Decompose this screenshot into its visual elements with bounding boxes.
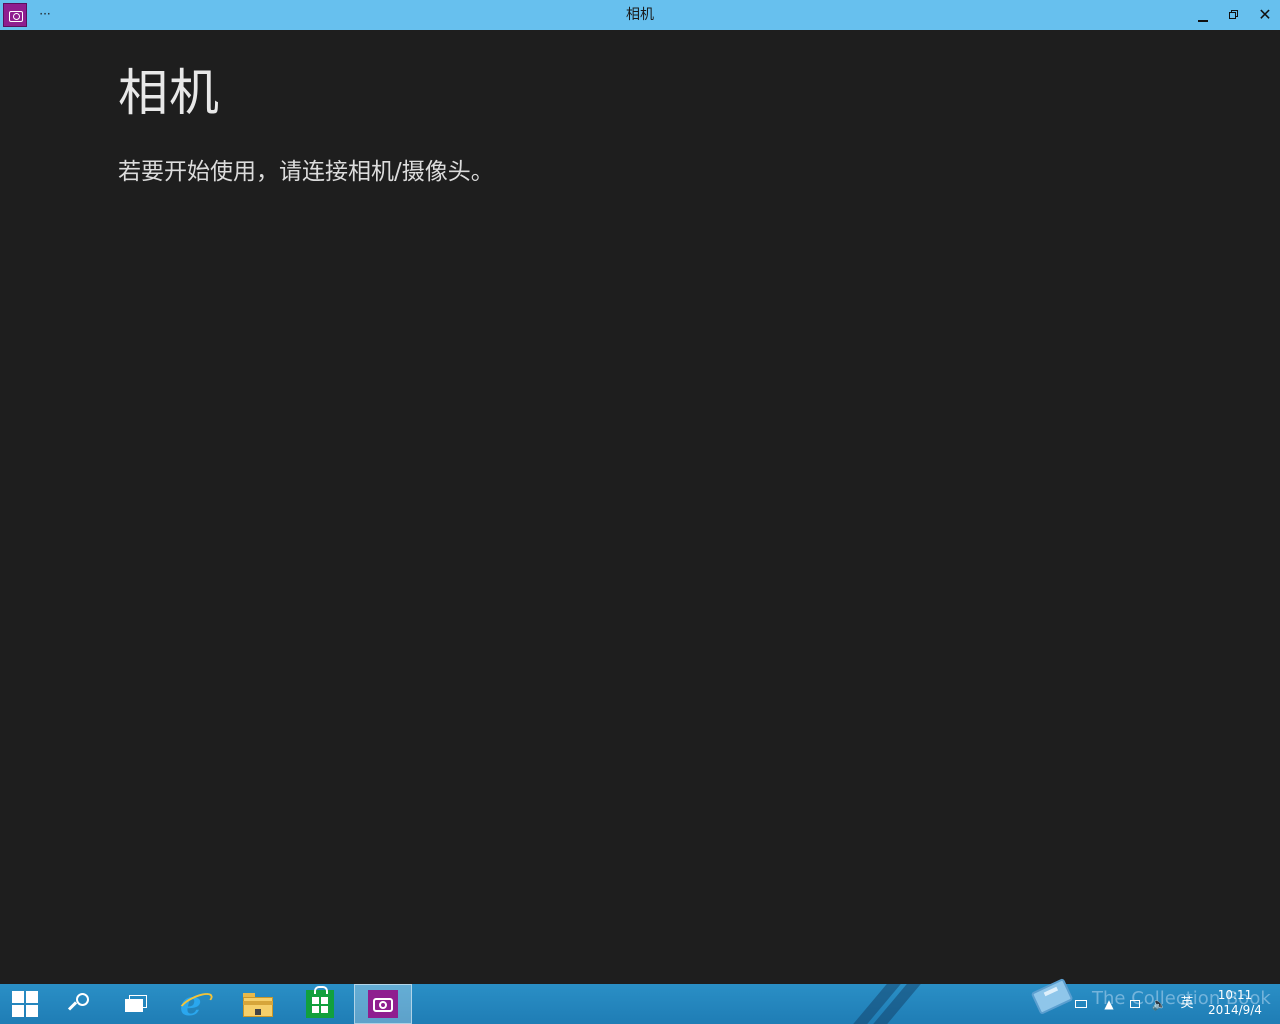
minimize-icon <box>1198 20 1208 22</box>
clock-time: 10:11 <box>1217 988 1253 1002</box>
camera-app-icon <box>3 3 27 27</box>
file-explorer-button[interactable] <box>230 984 286 1024</box>
restore-icon <box>1229 10 1239 20</box>
start-button[interactable] <box>0 984 50 1024</box>
task-view-button[interactable] <box>108 984 164 1024</box>
task-view-icon <box>125 995 147 1013</box>
store-button[interactable] <box>292 984 348 1024</box>
windows-logo-icon <box>12 991 38 1017</box>
window-title: 相机 <box>626 7 654 23</box>
taskbar: e <box>0 984 1280 1024</box>
input-language-indicator[interactable]: 英 <box>1178 996 1196 1012</box>
taskbar-clock[interactable]: 10:11 2014/9/4 <box>1200 988 1270 1018</box>
camera-taskbar-button[interactable] <box>354 984 412 1024</box>
page-title: 相机 <box>118 64 220 122</box>
network-icon[interactable] <box>1128 996 1142 1012</box>
app-menu-button[interactable]: ··· <box>38 4 52 24</box>
show-hidden-icons-chevron-icon[interactable]: ▲ <box>1102 996 1116 1012</box>
title-bar[interactable]: ··· 相机 ✕ <box>0 0 1280 30</box>
camera-app-window: ··· 相机 ✕ 相机 若要开始使用，请连接相机/摄像头。 <box>0 0 1280 984</box>
restore-button[interactable] <box>1219 0 1249 30</box>
internet-explorer-button[interactable]: e <box>168 984 224 1024</box>
internet-explorer-icon: e <box>176 984 216 1024</box>
minimize-button[interactable] <box>1188 0 1218 30</box>
touch-keyboard-icon[interactable] <box>1074 996 1088 1012</box>
search-icon <box>67 993 91 1015</box>
connect-camera-message: 若要开始使用，请连接相机/摄像头。 <box>118 159 494 185</box>
volume-icon[interactable]: 🔈 <box>1152 996 1167 1012</box>
clock-date: 2014/9/4 <box>1208 1003 1262 1017</box>
search-button[interactable] <box>52 984 108 1024</box>
folder-icon <box>243 991 273 1017</box>
store-icon <box>306 986 334 1018</box>
camera-icon <box>368 990 398 1018</box>
close-button[interactable]: ✕ <box>1250 0 1280 30</box>
close-icon: ✕ <box>1258 5 1272 24</box>
